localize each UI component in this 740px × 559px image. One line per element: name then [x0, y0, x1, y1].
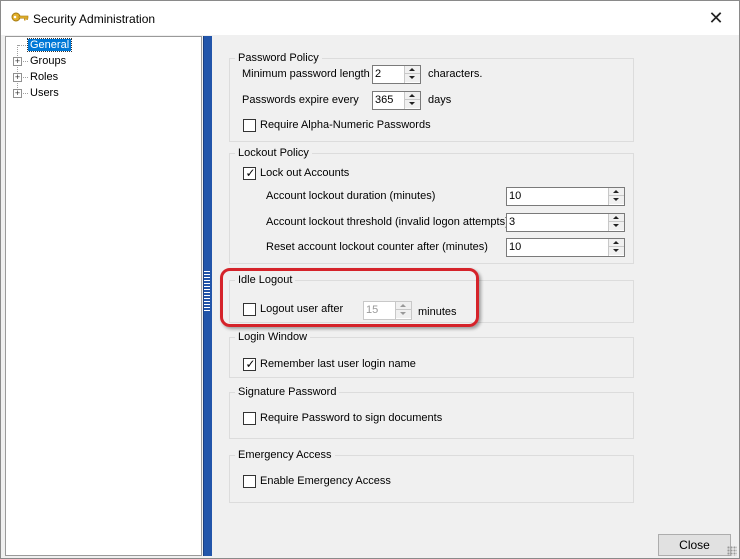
reset-spinner[interactable]: 10	[506, 238, 625, 257]
tree-item-groups[interactable]: Groups	[28, 54, 68, 69]
spin-up-icon[interactable]	[405, 92, 420, 100]
remember-login-checkbox[interactable]: ✓	[243, 357, 256, 371]
tree-item-roles[interactable]: Roles	[28, 70, 60, 85]
require-signature-label: Require Password to sign documents	[260, 412, 443, 424]
min-length-spinner[interactable]: 2	[372, 65, 421, 84]
emergency-access-checkbox[interactable]	[243, 475, 256, 488]
emergency-access-label: Enable Emergency Access	[260, 475, 391, 487]
group-title: Lockout Policy	[235, 146, 312, 160]
group-title: Login Window	[235, 330, 311, 344]
spinner-value: 10	[509, 241, 522, 253]
resize-grip-icon[interactable]	[727, 546, 737, 556]
close-button[interactable]: Close	[658, 534, 731, 556]
expand-icon[interactable]: +	[13, 57, 22, 66]
remember-login-label: Remember last user login name	[260, 358, 416, 370]
spin-up-icon[interactable]	[609, 239, 624, 247]
spin-down-icon[interactable]	[405, 100, 420, 108]
alnum-label: Require Alpha-Numeric Passwords	[260, 119, 431, 131]
spinner-value: 365	[375, 94, 394, 106]
navigation-tree: General + Groups + Roles + Users	[5, 36, 202, 556]
spin-up-icon[interactable]	[609, 214, 624, 222]
window-title: Security Administration	[33, 12, 156, 26]
title-bar: Security Administration ✕	[1, 1, 739, 35]
check-icon: ✓	[245, 166, 256, 180]
spinner-value: 2	[375, 68, 382, 80]
key-icon	[11, 11, 29, 26]
tree-item-label: Users	[30, 87, 59, 99]
group-title: Password Policy	[235, 51, 322, 65]
min-length-label: Minimum password length	[242, 68, 370, 80]
tree-item-general[interactable]: General	[26, 38, 73, 53]
require-signature-checkbox[interactable]	[243, 412, 256, 425]
spin-down-icon[interactable]	[609, 222, 624, 230]
spin-up-icon[interactable]	[609, 188, 624, 196]
expire-days-spinner[interactable]: 365	[372, 91, 421, 110]
tree-item-label: Groups	[30, 55, 67, 67]
expire-unit: days	[428, 94, 452, 106]
window-close-icon[interactable]: ✕	[701, 5, 731, 31]
spin-down-icon[interactable]	[405, 74, 420, 82]
spin-up-icon[interactable]	[405, 66, 420, 74]
spinner-value: 3	[509, 216, 516, 228]
threshold-spinner[interactable]: 3	[506, 213, 625, 232]
group-title: Signature Password	[235, 385, 340, 399]
duration-spinner[interactable]: 10	[506, 187, 625, 206]
group-title: Emergency Access	[235, 448, 335, 462]
reset-label: Reset account lockout counter after (min…	[266, 241, 488, 253]
lockout-checkbox[interactable]: ✓	[243, 166, 256, 180]
splitter-grip-icon[interactable]	[204, 271, 210, 311]
tree-item-label: General	[26, 38, 73, 52]
tree-item-users[interactable]: Users	[28, 86, 61, 101]
expand-icon[interactable]: +	[13, 73, 22, 82]
min-length-unit: characters.	[428, 68, 483, 80]
spinner-value: 10	[509, 190, 522, 202]
alnum-checkbox[interactable]	[243, 119, 256, 132]
expire-label: Passwords expire every	[242, 94, 359, 106]
security-admin-window: Security Administration ✕ General + Grou…	[0, 0, 740, 559]
duration-label: Account lockout duration (minutes)	[266, 190, 436, 202]
lockout-label: Lock out Accounts	[260, 167, 350, 179]
expand-icon[interactable]: +	[13, 89, 22, 98]
spin-down-icon[interactable]	[609, 247, 624, 255]
tree-item-label: Roles	[30, 71, 59, 83]
threshold-label: Account lockout threshold (invalid logon…	[266, 216, 506, 228]
spin-down-icon[interactable]	[609, 196, 624, 204]
highlight-annotation	[220, 268, 479, 327]
check-icon: ✓	[245, 357, 256, 371]
